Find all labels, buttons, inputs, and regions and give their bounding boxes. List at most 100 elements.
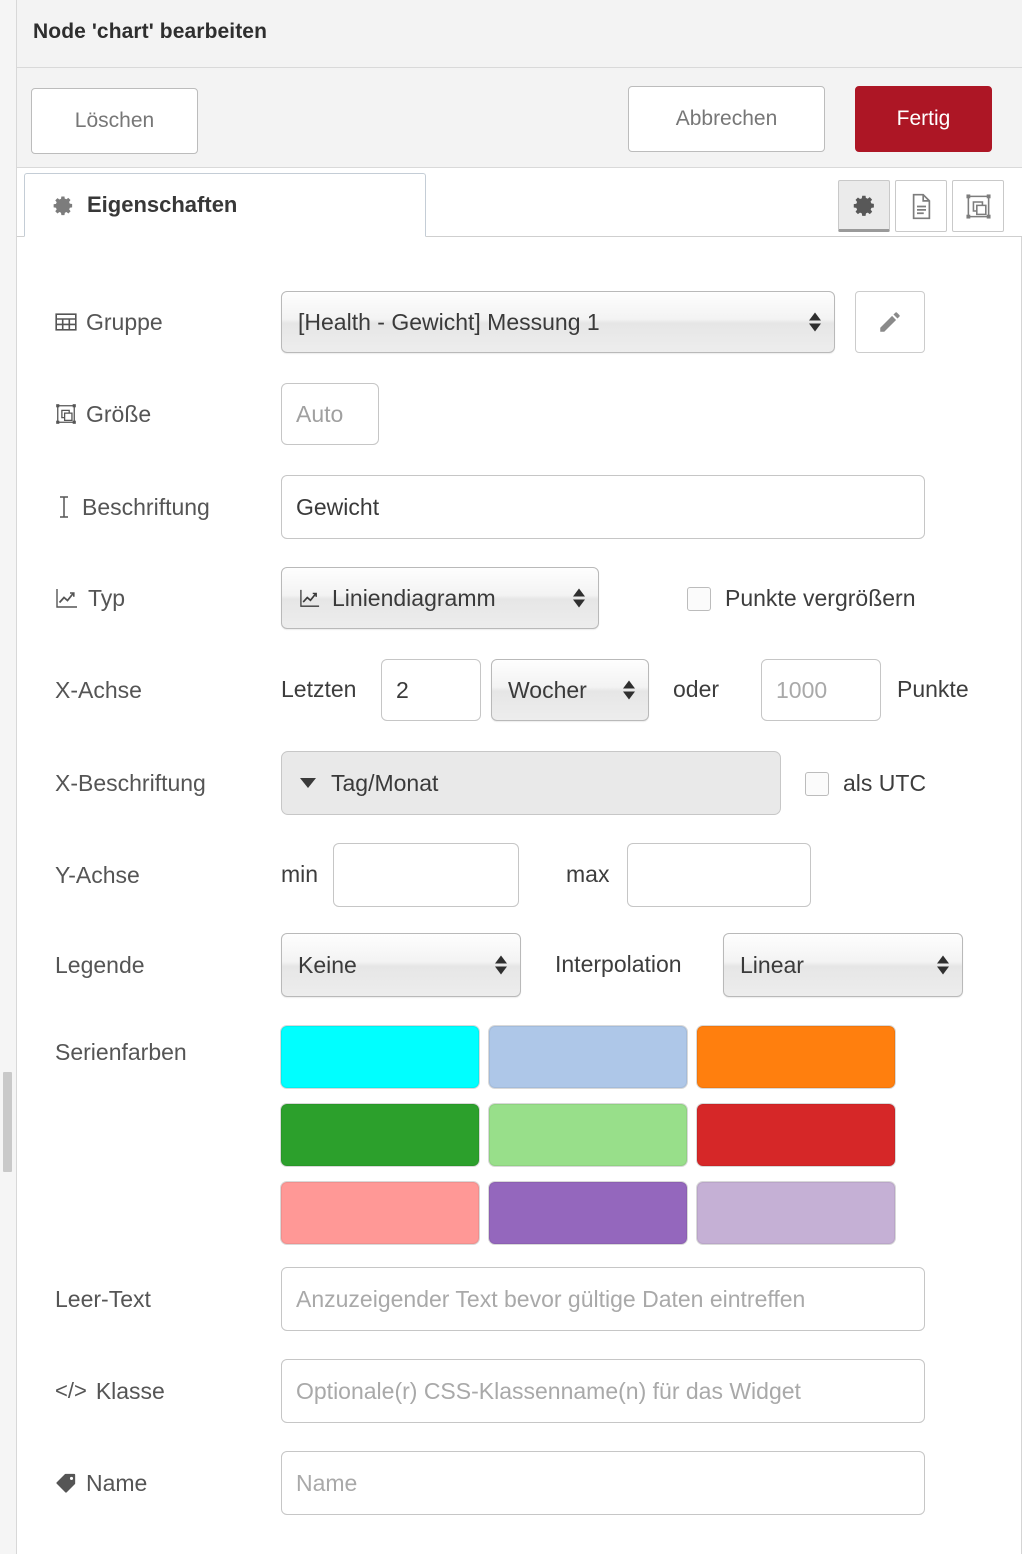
checkbox-box[interactable] <box>687 586 711 611</box>
legend-select[interactable]: Keine <box>281 933 521 997</box>
chevron-updown-icon <box>937 955 949 975</box>
series-color-swatch[interactable] <box>489 1182 687 1244</box>
delete-button[interactable]: Löschen <box>31 88 198 154</box>
form-row-xlabel: X-Beschriftung Tag/Monat als UTC <box>17 751 1022 815</box>
group-select-value: [Health - Gewicht] Messung 1 <box>298 308 600 335</box>
interpolation-label: Interpolation <box>555 951 682 977</box>
yaxis-label: Y-Achse <box>55 861 140 888</box>
resize-icon <box>55 403 77 425</box>
form-row-group: Gruppe [Health - Gewicht] Messung 1 <box>17 291 1022 353</box>
caption-label: Beschriftung <box>17 494 267 521</box>
interpolation-select-value: Linear <box>740 951 804 978</box>
name-input[interactable] <box>281 1451 925 1515</box>
form-row-type: Typ Liniendiagramm Punkte vergrößern <box>17 567 1022 629</box>
series-color-swatch[interactable] <box>281 1182 479 1244</box>
form-row-legend: Legende Keine Interpolation Linear <box>17 933 1022 997</box>
css-class-label: </> Klasse <box>17 1378 267 1405</box>
enlarge-points-checkbox[interactable]: Punkte vergrößern <box>687 585 915 612</box>
yaxis-min-input[interactable] <box>333 843 519 907</box>
tab-properties[interactable]: Eigenschaften <box>24 173 426 237</box>
form-row-name: Name <box>17 1451 1022 1515</box>
group-label-text: Gruppe <box>86 308 163 335</box>
yaxis-min-label: min <box>281 861 319 887</box>
series-color-swatch[interactable] <box>489 1104 687 1166</box>
table-icon <box>55 311 77 333</box>
xlabel-value: Tag/Monat <box>331 769 439 796</box>
form-row-xaxis: X-Achse Letzten Wocher oder Punkte <box>17 659 1022 721</box>
line-chart-icon <box>298 588 322 608</box>
code-icon: </> <box>55 1378 87 1403</box>
utc-checkbox[interactable]: als UTC <box>805 770 926 797</box>
tab-icon-button-group <box>838 180 1004 232</box>
tab-properties-label: Eigenschaften <box>87 192 238 217</box>
group-label: Gruppe <box>17 309 267 336</box>
done-button[interactable]: Fertig <box>855 86 992 152</box>
utc-label: als UTC <box>843 770 927 796</box>
chevron-down-icon <box>300 778 316 788</box>
cancel-button[interactable]: Abbrechen <box>628 86 825 152</box>
type-label: Typ <box>17 585 267 612</box>
group-select[interactable]: [Health - Gewicht] Messung 1 <box>281 291 835 353</box>
page-title: Node 'chart' bearbeiten <box>33 20 268 43</box>
checkbox-box[interactable] <box>805 771 829 796</box>
appearance-icon-button[interactable] <box>952 180 1004 232</box>
size-button[interactable]: Auto <box>281 383 379 445</box>
vertical-scrollbar[interactable] <box>0 0 16 1554</box>
chevron-updown-icon <box>623 680 635 700</box>
type-label-text: Typ <box>88 584 126 611</box>
series-color-grid <box>281 1026 901 1244</box>
css-class-label-text: Klasse <box>95 1377 165 1404</box>
xlabel-dropdown[interactable]: Tag/Monat <box>281 751 781 815</box>
caption-input[interactable] <box>281 475 925 539</box>
series-color-swatch[interactable] <box>697 1104 895 1166</box>
empty-text-label: Leer-Text <box>55 1285 151 1312</box>
caption-label-text: Beschriftung <box>82 493 210 520</box>
description-icon <box>909 193 934 220</box>
dialog-button-bar: Löschen Abbrechen Fertig <box>17 68 1022 168</box>
chevron-updown-icon <box>573 588 585 608</box>
size-label-text: Größe <box>86 400 152 427</box>
series-color-swatch[interactable] <box>281 1104 479 1166</box>
series-color-swatch[interactable] <box>697 1026 895 1088</box>
left-gutter <box>0 0 17 1554</box>
form-row-yaxis: Y-Achse min max <box>17 843 1022 907</box>
appearance-icon <box>965 193 992 220</box>
legend-select-value: Keine <box>298 951 357 978</box>
edit-group-button[interactable] <box>855 291 925 353</box>
interpolation-select[interactable]: Linear <box>723 933 963 997</box>
xaxis-unit-value: Wocher <box>508 676 587 703</box>
gear-icon <box>852 193 877 218</box>
empty-text-input[interactable] <box>281 1267 925 1331</box>
form-row-empty-text: Leer-Text <box>17 1267 1022 1331</box>
xlabel-label: X-Beschriftung <box>55 769 206 796</box>
dialog-titlebar: Node 'chart' bearbeiten <box>17 0 1022 68</box>
pencil-icon <box>877 309 903 335</box>
css-class-input[interactable] <box>281 1359 925 1423</box>
scrollbar-thumb[interactable] <box>3 1072 12 1172</box>
series-color-swatch[interactable] <box>489 1026 687 1088</box>
series-color-swatch[interactable] <box>697 1182 895 1244</box>
type-select[interactable]: Liniendiagramm <box>281 567 599 629</box>
xaxis-points-label: Punkte <box>897 676 969 702</box>
form-row-caption: Beschriftung <box>17 475 1022 539</box>
name-label-text: Name <box>86 1469 148 1496</box>
text-cursor-icon <box>55 495 73 519</box>
line-chart-icon <box>55 587 79 609</box>
xaxis-last-label: Letzten <box>281 676 357 702</box>
type-select-value: Liniendiagramm <box>332 584 496 611</box>
properties-icon-button[interactable] <box>838 180 890 232</box>
series-colors-label: Serienfarben <box>55 1038 187 1065</box>
enlarge-points-label: Punkte vergrößern <box>725 585 916 611</box>
dialog-tab-bar: Eigenschaften <box>17 168 1022 237</box>
yaxis-max-input[interactable] <box>627 843 811 907</box>
xaxis-points-input[interactable] <box>761 659 881 721</box>
legend-label: Legende <box>55 951 145 978</box>
xaxis-or-label: oder <box>673 676 720 702</box>
xaxis-unit-select[interactable]: Wocher <box>491 659 649 721</box>
gear-icon <box>52 194 75 217</box>
series-color-swatch[interactable] <box>281 1026 479 1088</box>
xaxis-count-input[interactable] <box>381 659 481 721</box>
form-row-css-class: </> Klasse <box>17 1359 1022 1423</box>
chevron-updown-icon <box>809 312 821 332</box>
description-icon-button[interactable] <box>895 180 947 232</box>
